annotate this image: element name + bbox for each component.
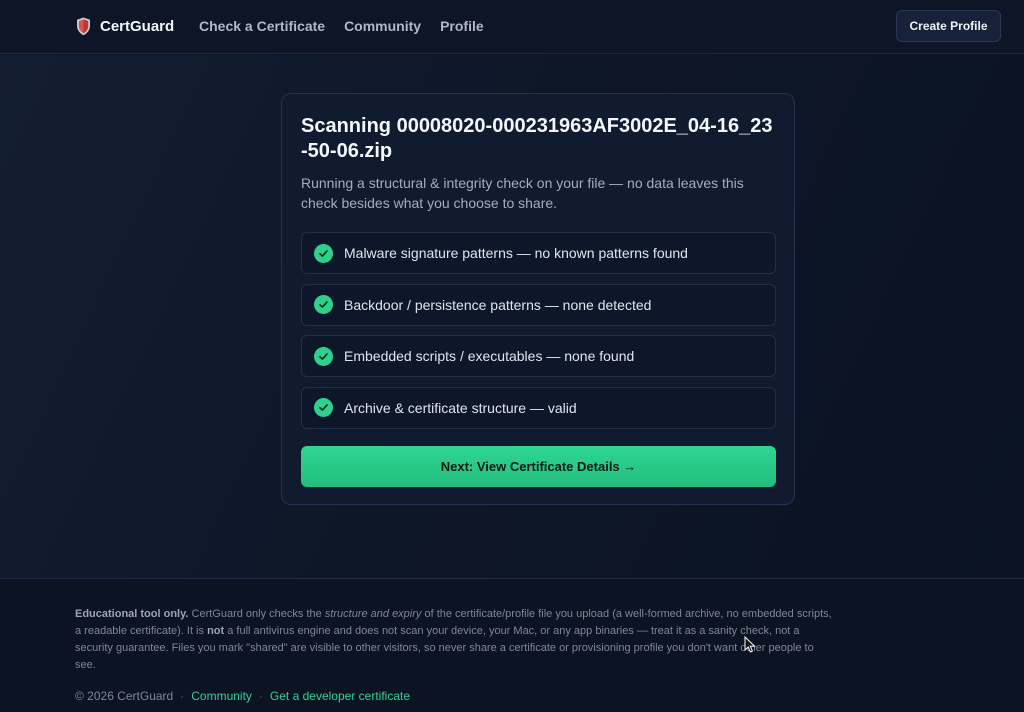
check-icon (314, 295, 333, 314)
separator: · (180, 689, 185, 703)
scan-title: Scanning 00008020-000231963AF3002E_04-16… (301, 115, 773, 162)
brand-name: CertGuard (100, 17, 175, 35)
mouse-pointer-icon (744, 635, 756, 658)
disclaimer: Educational tool only. CertGuard only ch… (75, 606, 835, 674)
check-list: Malware signature patterns — no known pa… (301, 232, 776, 438)
scan-card: Scanning 00008020-000231963AF3002E_04-16… (281, 93, 795, 505)
nav-community[interactable]: Community (344, 18, 421, 34)
check-icon (314, 398, 333, 417)
nav-check-certificate[interactable]: Check a Certificate (199, 18, 325, 34)
check-item-scripts: Embedded scripts / executables — none fo… (301, 335, 776, 377)
disclaimer-emphasis: structure and expiry (324, 608, 422, 620)
check-label: Archive & certificate structure — valid (344, 399, 577, 416)
shield-icon (76, 17, 91, 36)
footer-links: © 2026 CertGuard · Community · Get a dev… (75, 689, 410, 703)
footer-link-developer-certificate[interactable]: Get a developer certificate (270, 689, 410, 703)
top-navbar: CertGuard Check a Certificate Community … (0, 0, 1024, 54)
check-label: Backdoor / persistence patterns — none d… (344, 296, 652, 313)
disclaimer-not: not (207, 625, 225, 637)
check-item-structure: Archive & certificate structure — valid (301, 386, 776, 429)
separator: · (258, 689, 263, 703)
check-label: Embedded scripts / executables — none fo… (344, 348, 635, 364)
nav-profile[interactable]: Profile (440, 18, 484, 34)
footer: Educational tool only. CertGuard only ch… (0, 578, 1024, 712)
brand[interactable]: CertGuard (76, 14, 174, 38)
create-profile-button[interactable]: Create Profile (896, 10, 1001, 42)
check-icon (314, 346, 333, 366)
check-item-malware: Malware signature patterns — no known pa… (301, 232, 776, 274)
scan-subtitle: Running a structural & integrity check o… (301, 175, 744, 211)
check-icon (314, 243, 333, 263)
next-view-certificate-button[interactable]: Next: View Certificate Details → (301, 446, 776, 487)
disclaimer-bold: Educational tool only. (75, 608, 189, 620)
check-item-backdoor: Backdoor / persistence patterns — none d… (301, 283, 776, 326)
main-nav: Check a Certificate Community Profile (199, 18, 484, 34)
disclaimer-text-1: CertGuard only checks the (188, 608, 325, 620)
copyright: © 2026 CertGuard (75, 689, 174, 703)
check-label: Malware signature patterns — no known pa… (344, 245, 688, 261)
footer-link-community[interactable]: Community (191, 689, 252, 703)
